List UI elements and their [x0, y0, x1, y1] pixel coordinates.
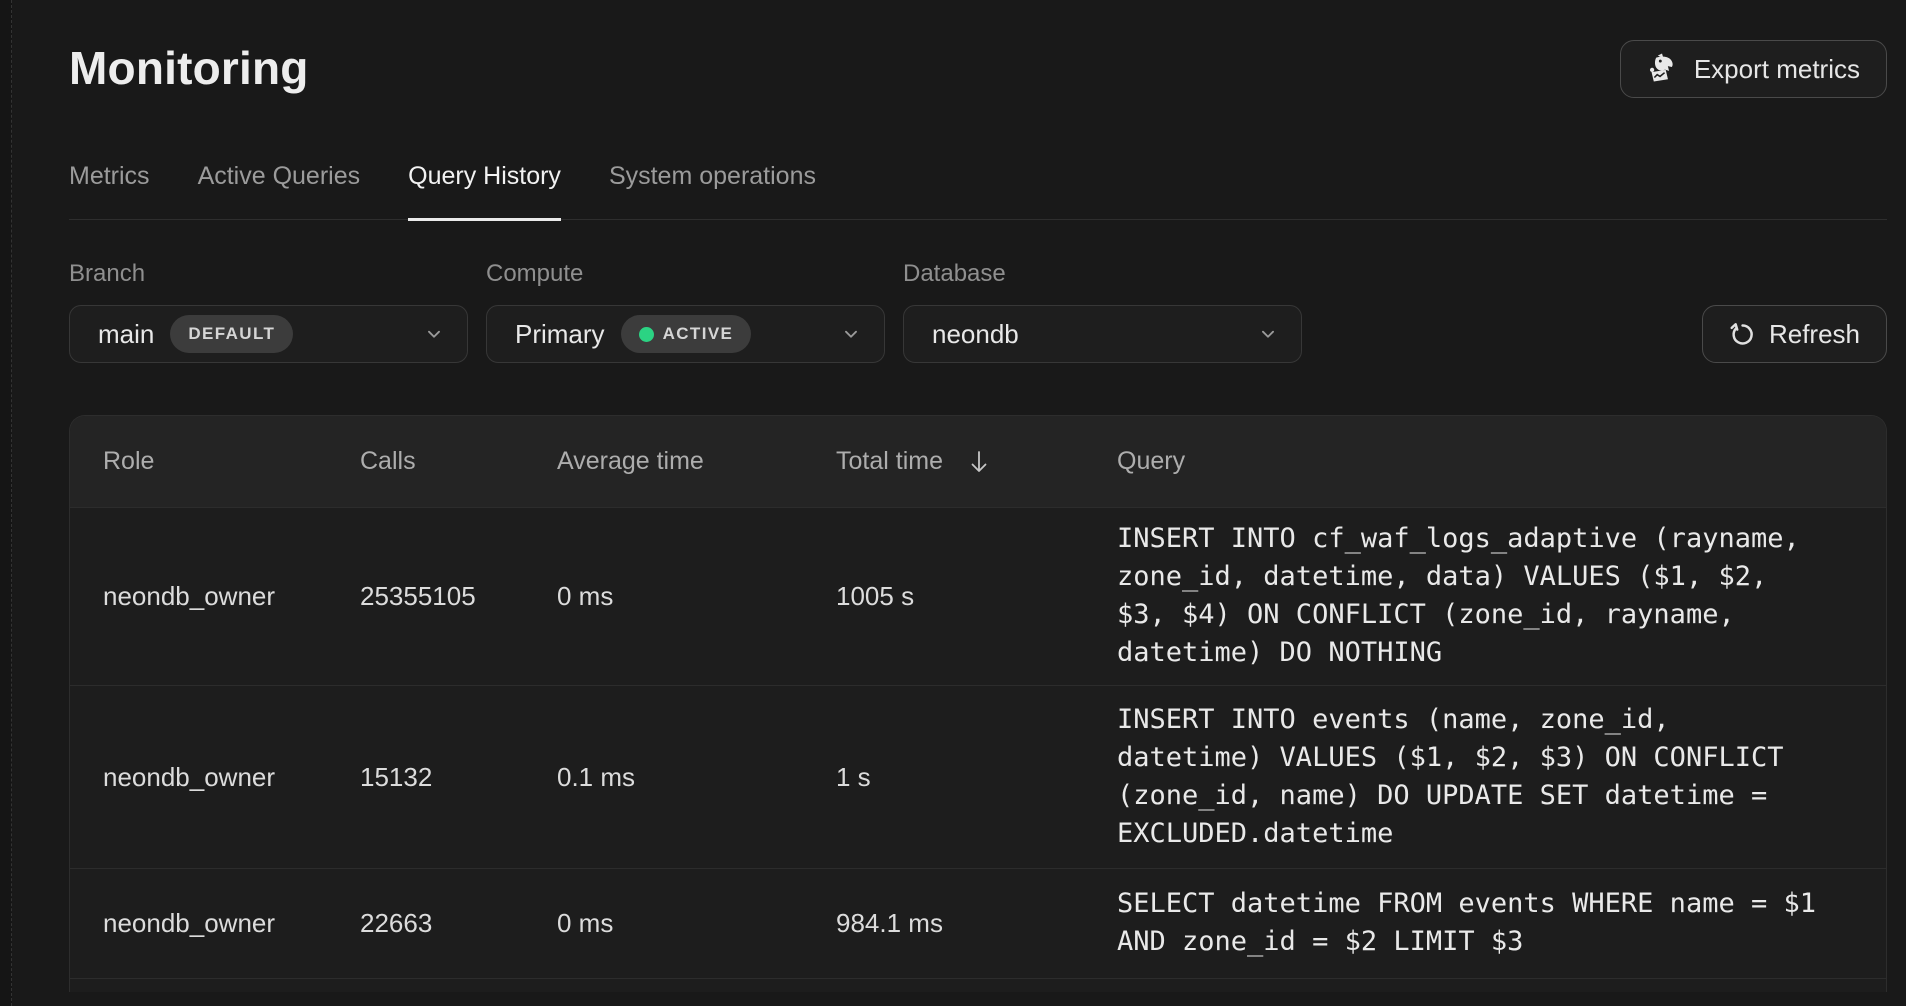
cell-query: INSERT INTO events (name, zone_id, datet…	[1117, 689, 1829, 866]
column-header-total-time[interactable]: Total time	[836, 447, 1117, 476]
main-content: Monitoring Export metrics Metrics	[12, 0, 1906, 1006]
cell-total-time: 1 s	[836, 762, 1117, 793]
page-header: Monitoring Export metrics	[69, 0, 1887, 98]
column-header-calls[interactable]: Calls	[360, 447, 557, 476]
default-badge: DEFAULT	[170, 315, 293, 353]
cell-query: INSERT INTO cf_waf_logs_adaptive (raynam…	[1117, 508, 1829, 685]
refresh-label: Refresh	[1769, 319, 1860, 350]
chevron-down-icon	[1257, 323, 1279, 345]
page-title: Monitoring	[69, 40, 309, 96]
refresh-area: Refresh	[1702, 305, 1887, 363]
cell-role: neondb_owner	[103, 908, 360, 939]
database-select[interactable]: neondb	[903, 305, 1302, 363]
compute-select[interactable]: Primary ACTIVE	[486, 305, 885, 363]
column-header-query[interactable]: Query	[1117, 447, 1886, 476]
export-metrics-label: Export metrics	[1694, 54, 1860, 85]
left-edge-divider[interactable]	[0, 0, 12, 1006]
cell-calls: 15132	[360, 762, 557, 793]
cell-role: neondb_owner	[103, 581, 360, 612]
cell-total-time: 1005 s	[836, 581, 1117, 612]
table-row[interactable]: neondb_owner 22663 0 ms 984.1 ms SELECT …	[70, 868, 1886, 978]
compute-filter: Compute Primary ACTIVE	[486, 260, 885, 363]
table-row[interactable]: neondb_owner 25355105 0 ms 1005 s INSERT…	[70, 507, 1886, 685]
cell-average-time: 0.1 ms	[557, 762, 836, 793]
compute-label: Compute	[486, 260, 885, 288]
table-row[interactable]: neondb_owner 15132 0.1 ms 1 s INSERT INT…	[70, 685, 1886, 868]
tab-query-history[interactable]: Query History	[408, 162, 561, 221]
export-metrics-button[interactable]: Export metrics	[1620, 40, 1887, 98]
cell-calls: 25355105	[360, 581, 557, 612]
datadog-dog-icon	[1647, 52, 1681, 86]
column-header-average-time[interactable]: Average time	[557, 447, 836, 476]
sort-descending-arrow-down-icon[interactable]	[967, 448, 991, 476]
branch-value: main	[98, 319, 154, 350]
branch-label: Branch	[69, 260, 468, 288]
tab-metrics[interactable]: Metrics	[69, 162, 150, 221]
compute-value: Primary	[515, 319, 605, 350]
cell-average-time: 0 ms	[557, 908, 836, 939]
tab-active-queries[interactable]: Active Queries	[198, 162, 361, 221]
refresh-button[interactable]: Refresh	[1702, 305, 1887, 363]
column-header-role[interactable]: Role	[103, 447, 360, 476]
query-history-table: Role Calls Average time Total time Query…	[69, 415, 1887, 992]
cell-role: neondb_owner	[103, 762, 360, 793]
database-value: neondb	[932, 319, 1019, 350]
tab-bar: Metrics Active Queries Query History Sys…	[69, 162, 1887, 220]
cell-total-time: 984.1 ms	[836, 908, 1117, 939]
total-time-header-label: Total time	[836, 447, 943, 476]
cell-calls: 22663	[360, 908, 557, 939]
active-status-label: ACTIVE	[663, 324, 734, 344]
refresh-icon	[1729, 321, 1756, 348]
database-label: Database	[903, 260, 1302, 288]
cell-average-time: 0 ms	[557, 581, 836, 612]
table-row-partial	[70, 978, 1886, 992]
branch-select[interactable]: main DEFAULT	[69, 305, 468, 363]
database-filter: Database neondb	[903, 260, 1302, 363]
table-header-row: Role Calls Average time Total time Query	[70, 416, 1886, 507]
chevron-down-icon	[423, 323, 445, 345]
active-status-badge: ACTIVE	[621, 315, 752, 353]
filter-bar: Branch main DEFAULT Compute Primary ACTI…	[69, 260, 1887, 363]
chevron-down-icon	[840, 323, 862, 345]
tab-system-operations[interactable]: System operations	[609, 162, 816, 221]
active-status-dot-icon	[639, 327, 654, 342]
branch-filter: Branch main DEFAULT	[69, 260, 468, 363]
monitoring-page: Monitoring Export metrics Metrics	[0, 0, 1906, 1006]
cell-query: SELECT datetime FROM events WHERE name =…	[1117, 873, 1829, 974]
